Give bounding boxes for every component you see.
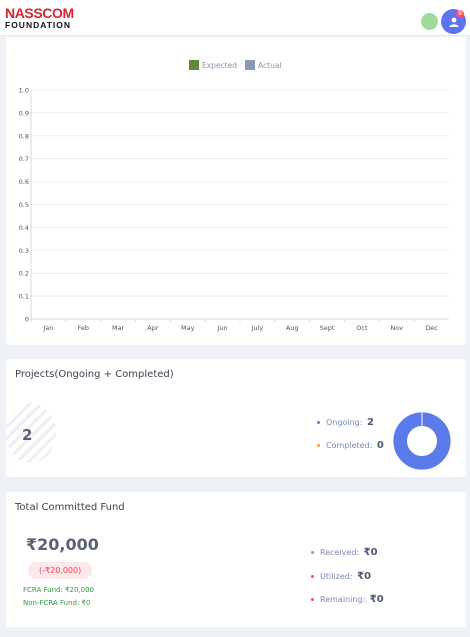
y-tick-label: 0.3 [19, 247, 29, 255]
remaining-label: Remaining: [320, 595, 366, 604]
completed-legend: Completed: 0 [317, 440, 384, 451]
notification-badge[interactable]: 9 [456, 10, 464, 18]
projects-card: Projects(Ongoing + Completed) 2 Ongoing:… [6, 359, 466, 477]
x-tick-label-feb: Feb [77, 324, 89, 332]
projects-title: Projects(Ongoing + Completed) [15, 369, 174, 380]
x-tick-label-apr: Apr [147, 324, 159, 332]
fcra-fund: FCRA Fund: ₹20,000 [23, 586, 94, 594]
remaining-legend: Remaining: ₹0 [311, 594, 384, 605]
y-tick-label: 0.4 [19, 224, 29, 232]
y-tick-label: 0.9 [19, 109, 29, 117]
utilized-legend: Utilized: ₹0 [311, 571, 371, 582]
utilized-label: Utilized: [320, 572, 353, 581]
legend-swatch-expected[interactable] [189, 60, 199, 70]
brand-line-1: NASSCOM [5, 5, 74, 21]
x-tick-label-jan: Jan [42, 324, 53, 332]
y-tick-label: 0.2 [19, 270, 29, 278]
total-committed-fund-card: Total Committed Fund ₹20,000 (-₹20,000) … [6, 492, 466, 627]
x-tick-label-mar: Mar [112, 324, 125, 332]
received-bullet-icon [311, 551, 314, 554]
ongoing-bullet-icon [317, 421, 320, 424]
y-tick-label: 0.5 [19, 201, 29, 209]
received-value: ₹0 [363, 547, 378, 558]
x-tick-label-dec: Dec [425, 324, 438, 332]
projects-total-count: 2 [22, 426, 33, 444]
fund-pending-badge: (-₹20,000) [28, 562, 93, 579]
fund-title: Total Committed Fund [15, 502, 125, 513]
nasscom-foundation-logo[interactable]: NASSCOM FOUNDATION [5, 6, 74, 30]
completed-bullet-icon [317, 444, 320, 447]
legend-label-expected[interactable]: Expected [202, 61, 237, 70]
projects-donut-chart[interactable] [391, 410, 453, 472]
y-tick-label: 0.7 [19, 155, 29, 163]
received-legend: Received: ₹0 [311, 547, 378, 558]
remaining-value: ₹0 [369, 594, 384, 605]
brand-line-2: FOUNDATION [5, 20, 72, 30]
x-tick-label-nov: Nov [390, 324, 403, 332]
expected-vs-actual-chart: Expected Actual 0 0.1 0.2 0.3 0.4 0.5 0.6 0.7 0.8 0… [19, 60, 449, 332]
y-tick-label: 0 [25, 316, 29, 324]
top-bar: NASSCOM FOUNDATION 9 [0, 0, 470, 36]
x-tick-label-aug: Aug [286, 324, 299, 332]
completed-value: 0 [376, 440, 384, 451]
ongoing-label: Ongoing: [326, 418, 363, 427]
utilized-value: ₹0 [357, 571, 372, 582]
fund-total-amount: ₹20,000 [26, 535, 99, 554]
non-fcra-fund: Non-FCRA Fund: ₹0 [23, 599, 91, 607]
completed-label: Completed: [326, 441, 373, 450]
utilized-bullet-icon [311, 575, 314, 578]
expected-vs-actual-chart-card: Expected Actual 0 0.1 0.2 0.3 0.4 0.5 0.6 0.7 0.8 0… [6, 37, 466, 345]
remaining-bullet-icon [311, 598, 314, 601]
legend-swatch-actual[interactable] [245, 60, 255, 70]
x-tick-label-july: July [251, 324, 264, 332]
legend-label-actual[interactable]: Actual [258, 61, 282, 70]
y-tick-label: 0.1 [19, 293, 29, 301]
y-tick-label: 0.8 [19, 132, 29, 140]
online-status-indicator [421, 13, 438, 30]
x-tick-label-jun: Jun [217, 324, 228, 332]
ongoing-value: 2 [366, 417, 374, 428]
y-tick-label: 0.6 [19, 178, 29, 186]
y-tick-label: 1.0 [19, 87, 29, 95]
x-tick-label-sept: Sept [320, 324, 335, 332]
received-label: Received: [320, 548, 360, 557]
ongoing-legend: Ongoing: 2 [317, 417, 374, 428]
x-tick-label-may: May [181, 324, 195, 332]
x-tick-label-oct: Oct [356, 324, 368, 332]
